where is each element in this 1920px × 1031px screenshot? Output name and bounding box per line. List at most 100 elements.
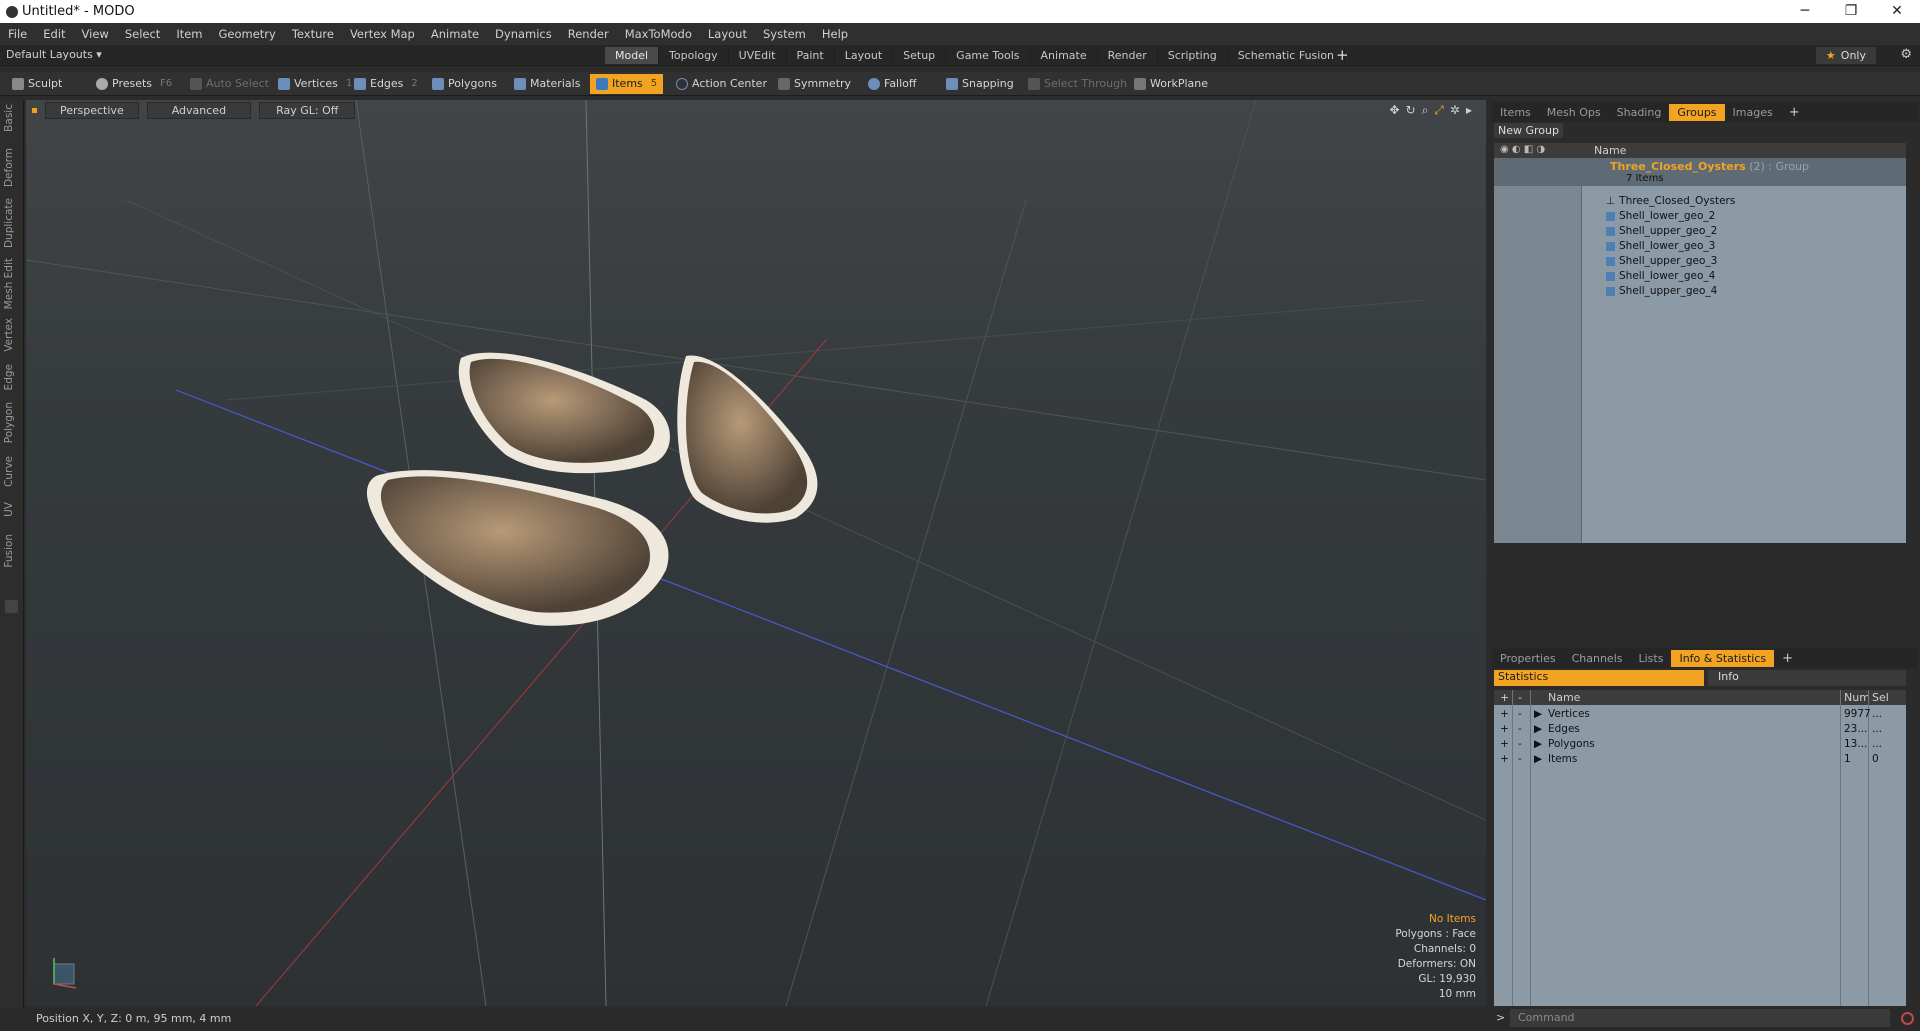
minimize-button[interactable]: ─ (1782, 0, 1828, 23)
tab-schematic-fusion[interactable]: Schematic Fusion (1228, 47, 1346, 64)
zoom-view-icon[interactable]: ⌕ (1422, 103, 1429, 118)
menu-item[interactable]: Item (168, 27, 210, 41)
tab-deform[interactable]: Deform (3, 148, 15, 187)
tab-animate[interactable]: Animate (1031, 47, 1098, 64)
table-row[interactable]: + - ▶ Vertices 9977 ... (1494, 707, 1906, 722)
default-layouts-dropdown[interactable]: Default Layouts ▾ (6, 48, 102, 61)
name-column-header[interactable]: Name (1594, 144, 1626, 157)
viewport-toggle-icon[interactable] (5, 600, 18, 613)
disclosure-triangle-icon[interactable]: ▶ (1534, 738, 1542, 750)
menu-animate[interactable]: Animate (423, 27, 487, 41)
menu-view[interactable]: View (74, 27, 117, 41)
tab-properties[interactable]: Properties (1492, 650, 1564, 667)
viewport-expand-icon[interactable]: ▸ (1466, 103, 1472, 118)
name-column-header[interactable]: Name (1548, 691, 1580, 704)
list-item[interactable]: Shell_upper_geo_4 (1606, 285, 1717, 297)
action-center-button[interactable]: Action Center (670, 74, 773, 94)
tab-paint[interactable]: Paint (787, 47, 835, 64)
raygl-button[interactable]: Ray GL: Off (259, 101, 356, 119)
tab-vertex[interactable]: Vertex (3, 318, 15, 352)
tab-items[interactable]: Items (1492, 104, 1539, 121)
edges-button[interactable]: Edges 2 (348, 74, 424, 94)
tab-topology[interactable]: Topology (659, 47, 729, 64)
only-button[interactable]: ★ Only (1815, 47, 1876, 64)
gear-icon[interactable]: ⚙ (1900, 47, 1912, 62)
table-row[interactable]: + - ▶ Polygons 13... ... (1494, 737, 1906, 752)
rotate-view-icon[interactable]: ↻ (1406, 103, 1416, 118)
sel-column-header[interactable]: Sel (1872, 691, 1889, 704)
tab-shading[interactable]: Shading (1609, 104, 1670, 121)
move-view-icon[interactable]: ✥ (1389, 103, 1399, 118)
presets-button[interactable]: Presets F6 (90, 74, 178, 94)
symmetry-button[interactable]: Symmetry (772, 74, 857, 94)
info-tab[interactable]: Info (1708, 670, 1906, 686)
tab-polygon[interactable]: Polygon (3, 402, 15, 443)
add-layout-tab-icon[interactable]: + (1336, 46, 1349, 64)
list-item[interactable]: Shell_lower_geo_4 (1606, 270, 1715, 282)
tab-scripting[interactable]: Scripting (1158, 47, 1228, 64)
items-button[interactable]: Items 5 (590, 74, 664, 94)
close-button[interactable]: ✕ (1874, 0, 1920, 23)
menu-file[interactable]: File (0, 27, 35, 41)
fit-view-icon[interactable]: ⤢ (1434, 103, 1444, 118)
record-macro-icon[interactable] (1901, 1012, 1914, 1025)
polygons-button[interactable]: Polygons (426, 74, 503, 94)
collapse-minus-icon[interactable]: - (1518, 723, 1522, 735)
add-tab-icon[interactable]: + (1774, 649, 1801, 668)
tab-edge[interactable]: Edge (3, 364, 15, 390)
advanced-button[interactable]: Advanced (146, 101, 252, 119)
tab-uvedit[interactable]: UVEdit (729, 47, 787, 64)
disclosure-triangle-icon[interactable]: ▶ (1534, 708, 1542, 720)
tab-images[interactable]: Images (1725, 104, 1781, 121)
tab-fusion[interactable]: Fusion (3, 534, 15, 568)
collapse-minus-icon[interactable]: - (1518, 753, 1522, 765)
new-group-button[interactable]: New Group (1494, 123, 1563, 138)
menu-render[interactable]: Render (560, 27, 617, 41)
expand-plus-icon[interactable]: + (1500, 708, 1509, 720)
visibility-column-icon[interactable]: ◉ ◐ ◧ ◑ (1500, 144, 1545, 155)
tab-duplicate[interactable]: Duplicate (3, 198, 15, 248)
viewport-settings-icon[interactable]: ✲ (1450, 103, 1460, 118)
list-item[interactable]: Shell_upper_geo_3 (1606, 255, 1717, 267)
expand-plus-icon[interactable]: + (1500, 723, 1509, 735)
list-item[interactable]: Shell_upper_geo_2 (1606, 225, 1717, 237)
3d-viewport[interactable]: Perspective Advanced Ray GL: Off ✥ ↻ ⌕ ⤢… (26, 100, 1486, 1006)
tab-basic[interactable]: Basic (3, 104, 15, 132)
menu-select[interactable]: Select (117, 27, 168, 41)
tab-model[interactable]: Model (605, 47, 660, 64)
group-title[interactable]: Three_Closed_Oysters (2) : Group (1610, 160, 1809, 173)
tab-uv[interactable]: UV (3, 502, 15, 517)
sculpt-button[interactable]: Sculpt (6, 74, 68, 94)
table-row[interactable]: + - ▶ Edges 23... ... (1494, 722, 1906, 737)
menu-texture[interactable]: Texture (284, 27, 342, 41)
tab-curve[interactable]: Curve (3, 456, 15, 487)
expand-plus-icon[interactable]: + (1500, 753, 1509, 765)
list-item[interactable]: Shell_lower_geo_2 (1606, 210, 1715, 222)
collapse-minus-icon[interactable]: - (1518, 708, 1522, 720)
snapping-button[interactable]: Snapping (940, 74, 1020, 94)
tab-render[interactable]: Render (1098, 47, 1158, 64)
collapse-minus-icon[interactable]: - (1518, 738, 1522, 750)
tab-channels[interactable]: Channels (1564, 650, 1631, 667)
workplane-button[interactable]: WorkPlane (1128, 74, 1214, 94)
auto-select-button[interactable]: Auto Select (184, 74, 275, 94)
menu-edit[interactable]: Edit (35, 27, 73, 41)
menu-geometry[interactable]: Geometry (211, 27, 284, 41)
vertices-button[interactable]: Vertices 1 (272, 74, 358, 94)
tab-layout[interactable]: Layout (835, 47, 894, 64)
menu-maxtomodo[interactable]: MaxToModo (617, 27, 700, 41)
command-input[interactable]: Command (1510, 1009, 1890, 1027)
menu-layout[interactable]: Layout (700, 27, 755, 41)
tab-info-statistics[interactable]: Info & Statistics (1671, 649, 1775, 667)
tab-groups[interactable]: Groups (1669, 103, 1725, 121)
expand-plus-icon[interactable]: + (1500, 738, 1509, 750)
menu-dynamics[interactable]: Dynamics (487, 27, 560, 41)
statistics-tab[interactable]: Statistics (1494, 670, 1704, 686)
menu-help[interactable]: Help (814, 27, 856, 41)
tab-mesh-edit[interactable]: Mesh Edit (3, 258, 15, 309)
maximize-button[interactable]: ❐ (1828, 0, 1874, 23)
tab-setup[interactable]: Setup (893, 47, 947, 64)
menu-system[interactable]: System (755, 27, 814, 41)
tab-lists[interactable]: Lists (1631, 650, 1672, 667)
perspective-button[interactable]: Perspective (45, 101, 139, 119)
